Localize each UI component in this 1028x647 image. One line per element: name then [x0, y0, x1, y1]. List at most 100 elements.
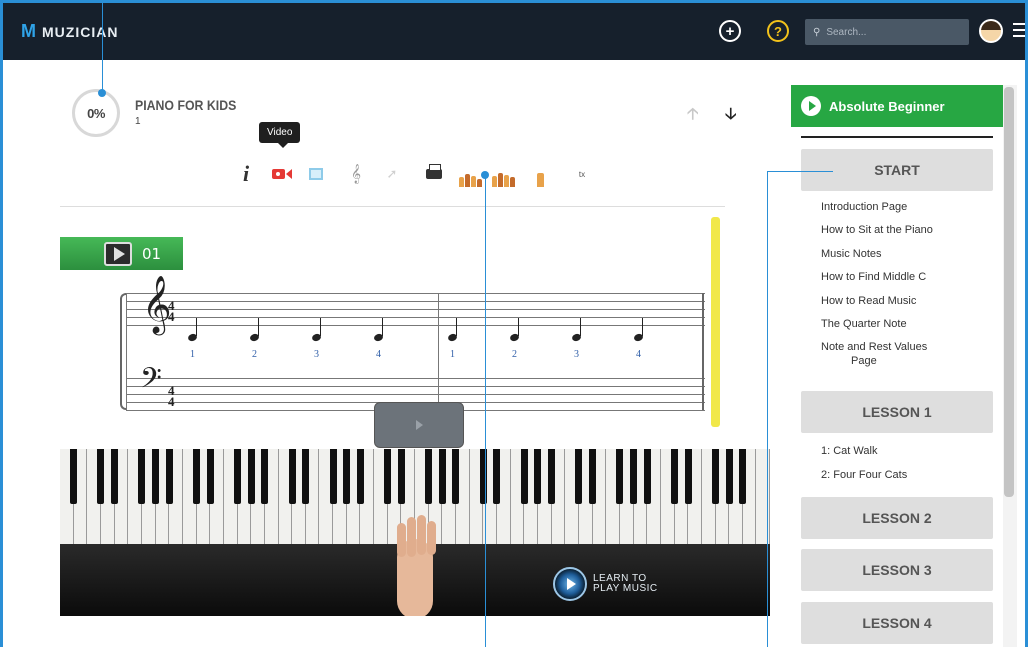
black-key [152, 449, 160, 504]
band-button-1[interactable] [457, 161, 483, 187]
lesson-link[interactable]: Introduction Page [821, 201, 981, 214]
video-camera-icon [272, 169, 285, 179]
transpose-button[interactable]: tx [571, 161, 593, 187]
treble-clef-icon: 𝄞 [350, 164, 362, 183]
black-key [452, 449, 460, 504]
search-box[interactable]: ⚲ [805, 19, 969, 45]
arrow-up-icon[interactable]: 🡡 [687, 103, 699, 130]
lesson-link[interactable]: 1: Cat Walk [821, 445, 981, 458]
course-subtitle: 1 [135, 116, 141, 127]
note-stem [382, 318, 383, 336]
tooltip: Video [259, 122, 301, 148]
playback-position-bar [711, 217, 720, 427]
add-button[interactable]: + [719, 20, 741, 42]
lesson-sidebar: Absolute Beginner START Introduction Pag… [791, 85, 1003, 647]
play-icon[interactable] [104, 241, 132, 266]
question-mark-icon: ? [774, 23, 782, 39]
lesson-link[interactable]: Note and Rest Values [821, 341, 981, 354]
lesson-link[interactable]: How to Find Middle C [821, 271, 981, 284]
lesson-link-continued[interactable]: Page [851, 355, 1011, 368]
black-key [629, 449, 637, 504]
printer-icon [426, 164, 442, 179]
black-key [138, 449, 146, 504]
play-button[interactable] [374, 402, 464, 448]
logo[interactable]: M MUZICIAN [21, 21, 118, 42]
callout-line [485, 175, 486, 647]
black-key [711, 449, 719, 504]
level-button[interactable]: Absolute Beginner [791, 85, 1003, 127]
lesson-link[interactable]: The Quarter Note [821, 318, 981, 331]
piano-video[interactable]: LEARN TO PLAY MUSIC [60, 449, 770, 616]
watermark-line2: PLAY MUSIC [593, 583, 658, 594]
help-button[interactable]: ? [767, 20, 789, 42]
scrollbar-thumb[interactable] [1004, 87, 1014, 497]
band-button-2[interactable] [490, 161, 516, 187]
score-number: 01 [142, 244, 162, 263]
solo-button[interactable] [529, 161, 551, 187]
lesson-link[interactable]: How to Read Music [821, 295, 981, 308]
black-key [302, 449, 310, 504]
black-key [206, 449, 214, 504]
black-key [520, 449, 528, 504]
black-key [670, 449, 678, 504]
info-button[interactable]: i [235, 161, 257, 187]
watermark-logo: LEARN TO PLAY MUSIC [553, 567, 658, 601]
search-input[interactable] [826, 26, 947, 38]
beat-count: 4 [376, 349, 381, 360]
video-button[interactable] [271, 161, 293, 187]
black-key [261, 449, 269, 504]
beat-count: 1 [190, 349, 195, 360]
logo-mark: M [21, 21, 36, 41]
plus-icon: + [725, 22, 735, 40]
time-signature: 44 [168, 298, 175, 324]
black-key [247, 449, 255, 504]
section-lesson-2[interactable]: LESSON 2 [801, 497, 993, 539]
black-key [643, 449, 651, 504]
section-lesson-3[interactable]: LESSON 3 [801, 549, 993, 591]
arrow-circle-icon [801, 96, 821, 116]
arrow-down-icon[interactable]: 🡣 [725, 103, 737, 130]
divider [801, 136, 993, 138]
avatar[interactable] [979, 19, 1003, 43]
bass-clef-icon: 𝄢 [140, 362, 162, 402]
section-start[interactable]: START [801, 149, 993, 191]
score-tab[interactable]: 01 [60, 237, 183, 270]
black-key [534, 449, 542, 504]
time-signature: 44 [168, 383, 175, 409]
hand-image [385, 509, 443, 616]
section-lesson-4[interactable]: LESSON 4 [801, 602, 993, 644]
black-key [548, 449, 556, 504]
black-key [193, 449, 201, 504]
black-key [397, 449, 405, 504]
lesson-link[interactable]: 2: Four Four Cats [821, 469, 981, 482]
lesson-link[interactable]: Music Notes [821, 248, 981, 261]
beat-count: 4 [636, 349, 641, 360]
note-stem [320, 318, 321, 336]
band-icon [491, 176, 497, 187]
black-key [97, 449, 105, 504]
beat-count: 3 [574, 349, 579, 360]
course-title: PIANO FOR KIDS [135, 97, 237, 113]
print-button[interactable] [423, 161, 445, 187]
search-icon: ⚲ [813, 26, 821, 38]
content-footer [60, 616, 770, 647]
sheet-music-button[interactable] [305, 161, 327, 187]
pin-button[interactable]: ➚ [381, 161, 403, 187]
callout-line [767, 171, 833, 172]
callout-line [767, 171, 768, 647]
callout-dot [481, 171, 489, 179]
black-key [70, 449, 78, 504]
note-stem [518, 318, 519, 336]
menu-button[interactable] [1013, 23, 1025, 41]
black-key [329, 449, 337, 504]
black-key [343, 449, 351, 504]
grand-staff: 𝄞 𝄢 44 44 12341234 [120, 279, 705, 413]
section-lesson-1[interactable]: LESSON 1 [801, 391, 993, 433]
treble-clef-button[interactable]: 𝄞 [345, 161, 367, 187]
black-key [493, 449, 501, 504]
note-stem [580, 318, 581, 336]
sheet-icon [309, 168, 323, 180]
app-window: M MUZICIAN + ? ⚲ 0% PIANO FOR KIDS 1 🡡 🡣… [0, 0, 1028, 647]
avatar-hair [981, 21, 1001, 30]
lesson-link[interactable]: How to Sit at the Piano [821, 224, 981, 237]
